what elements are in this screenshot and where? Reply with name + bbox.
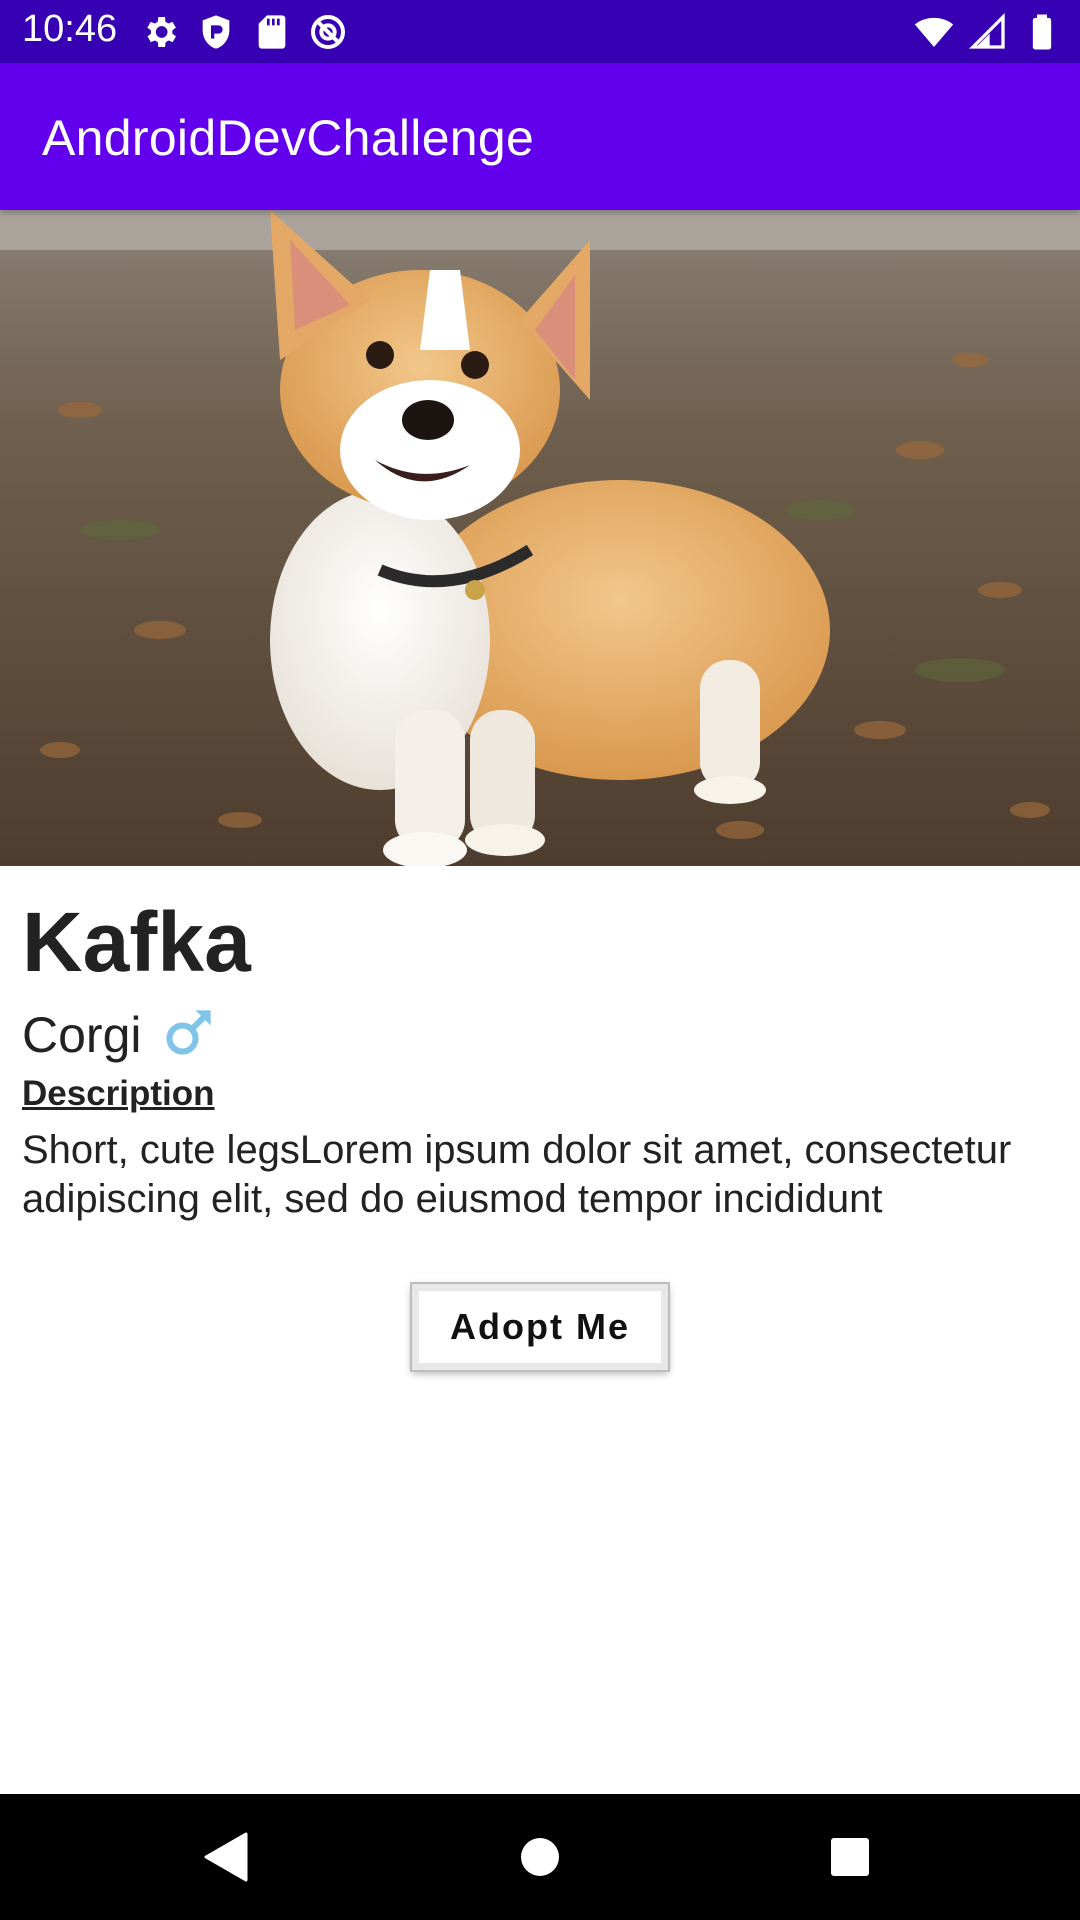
pet-breed: Corgi [22,1007,142,1063]
status-icons-right [914,12,1062,52]
status-bar: 10:46 [0,0,1080,63]
adopt-me-label: Adopt Me [450,1306,630,1347]
at-sign-icon [311,15,345,49]
home-button[interactable] [505,1822,575,1892]
home-icon [521,1838,559,1876]
pet-name: Kafka [22,895,251,989]
breed-row: Corgi [22,1010,215,1060]
description-text: Short, cute legsLorem ipsum dolor sit am… [22,1128,1012,1221]
wifi-icon [914,17,954,47]
app-bar: AndroidDevChallenge [0,63,1080,210]
male-symbol-icon [166,1010,212,1055]
adopt-me-button[interactable]: Adopt Me [412,1284,668,1370]
signal-icon [968,12,1005,49]
gear-icon [147,17,176,47]
recents-button[interactable] [815,1822,885,1892]
description-title: Description [22,1074,215,1113]
pet-photo [0,210,1080,866]
back-button[interactable] [190,1822,260,1892]
recents-icon [831,1838,869,1876]
battery-icon [1032,14,1052,50]
app-title: AndroidDevChallenge [42,110,535,166]
shield-icon [202,15,230,49]
system-nav-bar [0,1794,1080,1920]
status-icons-left [140,12,348,52]
sd-card-icon [258,15,286,49]
status-time: 10:46 [22,8,118,50]
back-icon [204,1832,248,1882]
